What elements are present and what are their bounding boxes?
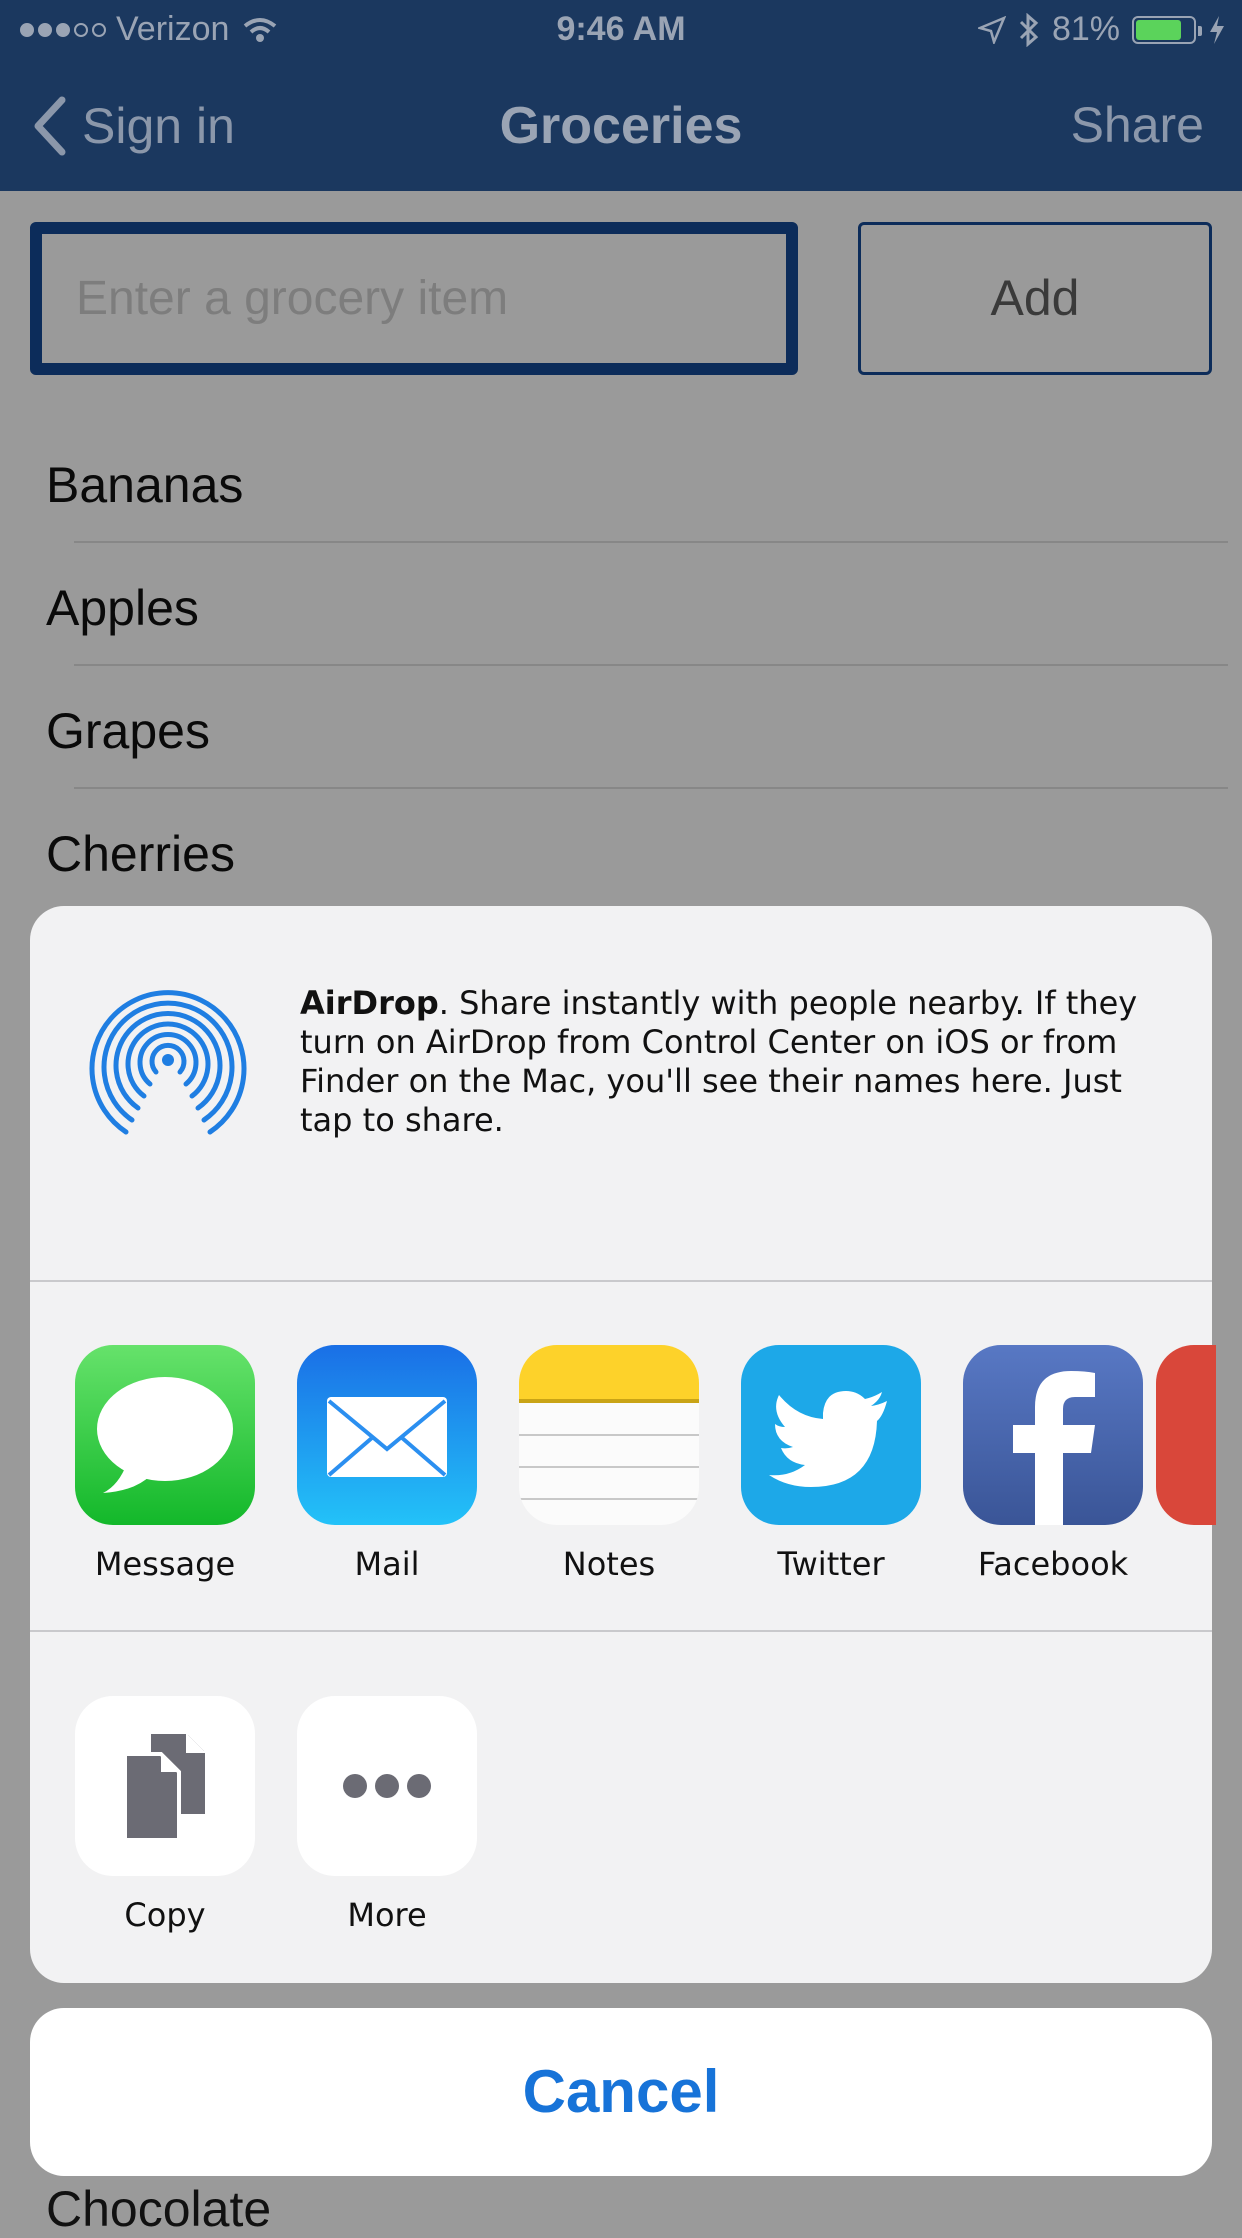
list-item-peek: Chocolate xyxy=(46,2181,272,2237)
airdrop-description: AirDrop. Share instantly with people nea… xyxy=(300,984,1160,1140)
copy-icon xyxy=(75,1696,255,1876)
bluetooth-icon xyxy=(1019,12,1039,47)
sheet-divider xyxy=(30,1630,1212,1632)
grocery-item-input[interactable]: Enter a grocery item xyxy=(30,222,798,375)
app-label: More xyxy=(347,1896,427,1934)
copy-action[interactable]: Copy xyxy=(75,1696,255,1934)
list-item[interactable]: Grapes xyxy=(46,702,210,760)
sheet-divider xyxy=(30,1280,1212,1282)
battery-percent: 81% xyxy=(1051,10,1120,48)
share-button[interactable]: Share xyxy=(1071,96,1204,154)
list-separator xyxy=(74,787,1228,789)
cancel-button[interactable]: Cancel xyxy=(30,2008,1212,2176)
share-app-facebook[interactable]: Facebook xyxy=(963,1345,1143,1583)
share-app-twitter[interactable]: Twitter xyxy=(741,1345,921,1583)
list-separator xyxy=(74,541,1228,543)
partial-app-icon[interactable] xyxy=(1156,1345,1216,1525)
app-label: Mail xyxy=(354,1545,420,1583)
mail-icon xyxy=(297,1345,477,1525)
add-button[interactable]: Add xyxy=(858,222,1212,375)
share-app-notes[interactable]: Notes xyxy=(519,1345,699,1583)
app-label: Facebook xyxy=(977,1545,1129,1583)
list-item[interactable]: Apples xyxy=(46,579,199,637)
battery-icon xyxy=(1132,15,1202,44)
navigation-bar: Sign in Groceries Share xyxy=(0,62,1242,191)
message-icon xyxy=(75,1345,255,1525)
share-app-mail[interactable]: Mail xyxy=(297,1345,477,1583)
airdrop-icon xyxy=(89,990,247,1135)
list-item[interactable]: Cherries xyxy=(46,825,235,883)
page-title: Groceries xyxy=(499,97,743,155)
list-separator xyxy=(74,664,1228,666)
app-label: Copy xyxy=(124,1896,206,1934)
share-app-message[interactable]: Message xyxy=(75,1345,255,1583)
more-icon xyxy=(297,1696,477,1876)
app-label: Notes xyxy=(562,1545,656,1583)
app-label: Twitter xyxy=(777,1545,885,1583)
airdrop-title: AirDrop xyxy=(300,984,439,1022)
more-action[interactable]: More xyxy=(297,1696,477,1934)
facebook-icon xyxy=(963,1345,1143,1525)
charging-bolt-icon xyxy=(1210,15,1224,44)
status-bar: Verizon 9:46 AM 81% xyxy=(0,0,1242,62)
list-item[interactable]: Bananas xyxy=(46,456,243,514)
notes-icon xyxy=(519,1345,699,1525)
location-arrow-icon xyxy=(977,15,1006,44)
twitter-icon xyxy=(741,1345,921,1525)
app-label: Message xyxy=(94,1545,236,1583)
